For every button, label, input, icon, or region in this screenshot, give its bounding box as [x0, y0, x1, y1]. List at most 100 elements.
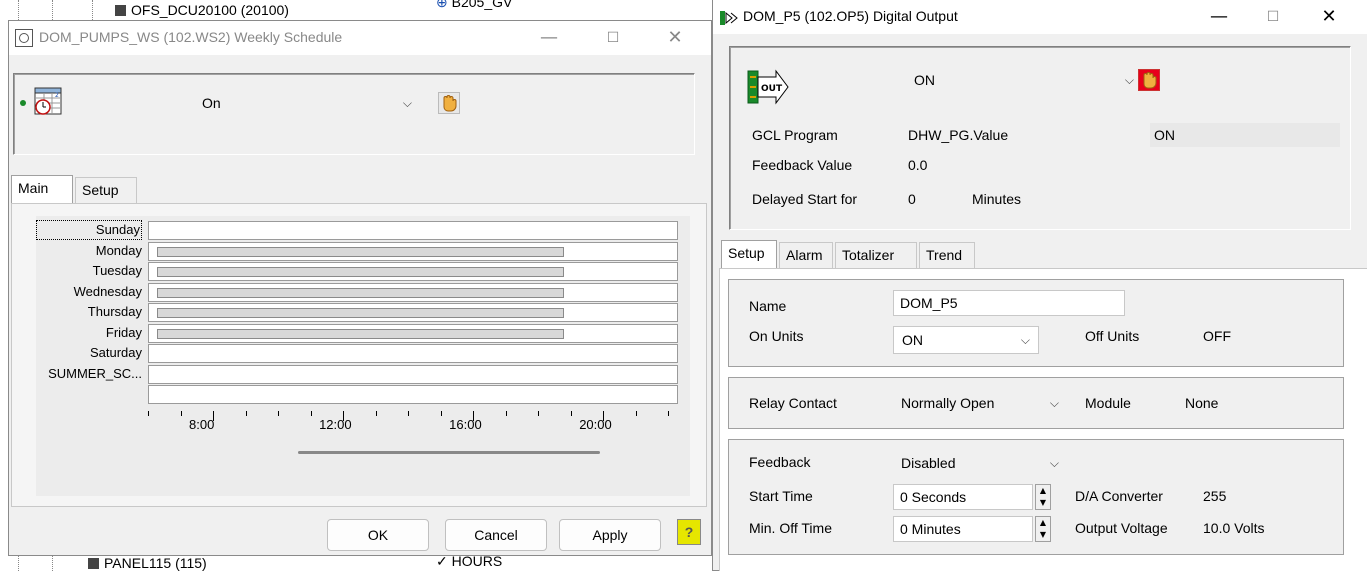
timeline-tick — [505, 410, 507, 416]
tree-item-top[interactable]: OFS_DCU20100 (20100) — [115, 2, 289, 18]
timeline-tick — [180, 410, 182, 416]
start-time-spinner[interactable]: ▲ ▼ — [1035, 484, 1051, 510]
status-panel: OUT ON ⌵ GCL Program DHW_PG.Value ON Fee… — [729, 46, 1351, 230]
timeline-tick — [148, 410, 149, 416]
state-select-value: On — [202, 95, 221, 111]
cancel-button[interactable]: Cancel — [445, 519, 547, 551]
apply-button[interactable]: Apply — [559, 519, 661, 551]
ok-button[interactable]: OK — [327, 519, 429, 551]
timeline-tick — [570, 410, 572, 416]
main-tab-page: Sunday Monday Tuesday Wednesday Thursday Frid… — [11, 203, 707, 507]
day-label[interactable]: Sunday — [36, 220, 142, 240]
schedule-row[interactable] — [148, 385, 678, 404]
delayed-start-value: 0 — [908, 191, 916, 207]
schedule-on-period[interactable] — [157, 287, 564, 298]
module-label: Module — [1085, 395, 1131, 411]
delayed-start-unit: Minutes — [972, 191, 1022, 207]
close-button[interactable]: ✕ — [1309, 4, 1349, 30]
timeline-tick — [245, 410, 247, 416]
digital-output-small-icon — [719, 9, 739, 27]
minimize-button[interactable]: — — [529, 25, 569, 51]
schedule-on-period[interactable] — [157, 328, 564, 339]
gcl-program-state-field: ON — [1150, 123, 1340, 147]
tree-item-right-top[interactable]: ⊕ B205_GV — [436, 0, 512, 11]
schedule-row[interactable] — [148, 303, 678, 322]
weekly-schedule-window: DOM_PUMPS_WS (102.WS2) Weekly Schedule —… — [8, 20, 712, 556]
spin-down-icon: ▼ — [1039, 530, 1047, 539]
name-group: Name DOM_P5 On Units ON ⌵ Off Units OFF — [728, 279, 1344, 367]
chevron-down-icon: ⌵ — [1049, 396, 1059, 410]
timeline-tick — [538, 410, 540, 416]
name-label: Name — [749, 298, 787, 314]
timeline-tick — [375, 410, 377, 416]
title-bar[interactable]: DOM_P5 (102.OP5) Digital Output — ☐ ✕ — [713, 0, 1367, 34]
tab-alarm[interactable]: Alarm — [779, 242, 833, 268]
relay-contact-label: Relay Contact — [749, 395, 837, 411]
schedule-row[interactable] — [148, 262, 678, 281]
minimize-button[interactable]: — — [1199, 4, 1239, 30]
maximize-button[interactable]: ☐ — [593, 25, 633, 51]
digital-output-window: DOM_P5 (102.OP5) Digital Output — ☐ ✕ OU… — [712, 0, 1367, 571]
schedule-row[interactable] — [148, 344, 678, 363]
min-off-time-input[interactable]: 0 Minutes — [893, 516, 1033, 542]
state-select[interactable]: On ⌵ — [194, 90, 420, 118]
on-units-select[interactable]: ON ⌵ — [893, 326, 1039, 354]
schedule-row[interactable] — [148, 364, 678, 384]
tab-setup[interactable]: Setup — [75, 177, 137, 203]
tree-connector — [18, 0, 19, 20]
output-voltage-label: Output Voltage — [1075, 520, 1168, 536]
spin-up-icon: ▲ — [1039, 486, 1047, 495]
chevron-down-icon: ⌵ — [402, 96, 412, 110]
relay-contact-select[interactable]: Normally Open ⌵ — [893, 390, 1067, 418]
schedule-on-period[interactable] — [157, 246, 564, 257]
on-units-value: ON — [902, 332, 923, 348]
schedule-row[interactable] — [148, 221, 678, 240]
tab-strip: Setup Alarm Totalizer Trend — [721, 240, 1021, 268]
title-bar[interactable]: DOM_PUMPS_WS (102.WS2) Weekly Schedule —… — [9, 21, 711, 55]
relay-contact-value: Normally Open — [901, 395, 995, 411]
tab-strip: Main Setup — [11, 175, 211, 203]
day-label[interactable]: Thursday — [36, 302, 142, 322]
day-label[interactable]: Friday — [36, 323, 142, 343]
svg-text:OUT: OUT — [761, 84, 783, 94]
timeline-tick — [635, 410, 637, 416]
schedule-row[interactable] — [148, 323, 678, 343]
feedback-select[interactable]: Disabled ⌵ — [893, 450, 1067, 478]
timeline-label: 16:00 — [449, 416, 482, 432]
digital-output-icon: OUT — [746, 67, 790, 107]
maximize-button[interactable]: ☐ — [1253, 4, 1293, 30]
manual-hand-button[interactable] — [438, 92, 460, 114]
day-label[interactable]: Saturday — [36, 343, 142, 363]
timeline-tick — [408, 410, 410, 416]
help-button[interactable]: ? — [677, 519, 701, 545]
gcl-program-state: ON — [1154, 127, 1175, 143]
gcl-program-value: DHW_PG.Value — [908, 127, 1009, 143]
chevron-down-icon: ⌵ — [1020, 333, 1030, 347]
schedule-on-period[interactable] — [157, 267, 564, 277]
tab-setup[interactable]: Setup — [721, 240, 777, 268]
delayed-start-label: Delayed Start for — [752, 191, 858, 207]
min-off-time-spinner[interactable]: ▲ ▼ — [1035, 516, 1051, 542]
day-label[interactable]: Tuesday — [36, 261, 142, 281]
tab-totalizer[interactable]: Totalizer — [835, 242, 917, 268]
schedule-row[interactable] — [148, 282, 678, 302]
day-label[interactable]: Wednesday — [36, 282, 142, 302]
day-label[interactable]: SUMMER_SC... — [36, 364, 142, 384]
close-button[interactable]: ✕ — [655, 25, 695, 51]
tree-item-bottom[interactable]: PANEL115 (115) — [88, 555, 207, 571]
feedback-group: Feedback Disabled ⌵ Start Time 0 Seconds… — [728, 439, 1344, 555]
name-input[interactable]: DOM_P5 — [893, 290, 1125, 316]
start-time-label: Start Time — [749, 488, 813, 504]
start-time-input[interactable]: 0 Seconds — [893, 484, 1033, 510]
tab-trend[interactable]: Trend — [919, 242, 975, 268]
state-select-value: ON — [914, 72, 935, 88]
manual-hand-button[interactable] — [1138, 69, 1160, 91]
day-label[interactable]: Monday — [36, 241, 142, 261]
spin-down-icon: ▼ — [1039, 498, 1047, 507]
day-label[interactable] — [36, 384, 142, 404]
state-select[interactable]: ON ⌵ — [906, 67, 1142, 95]
schedule-row[interactable] — [148, 241, 678, 261]
horizontal-scrollbar[interactable] — [298, 450, 600, 454]
schedule-on-period[interactable] — [157, 308, 564, 318]
tab-main[interactable]: Main — [11, 175, 73, 203]
